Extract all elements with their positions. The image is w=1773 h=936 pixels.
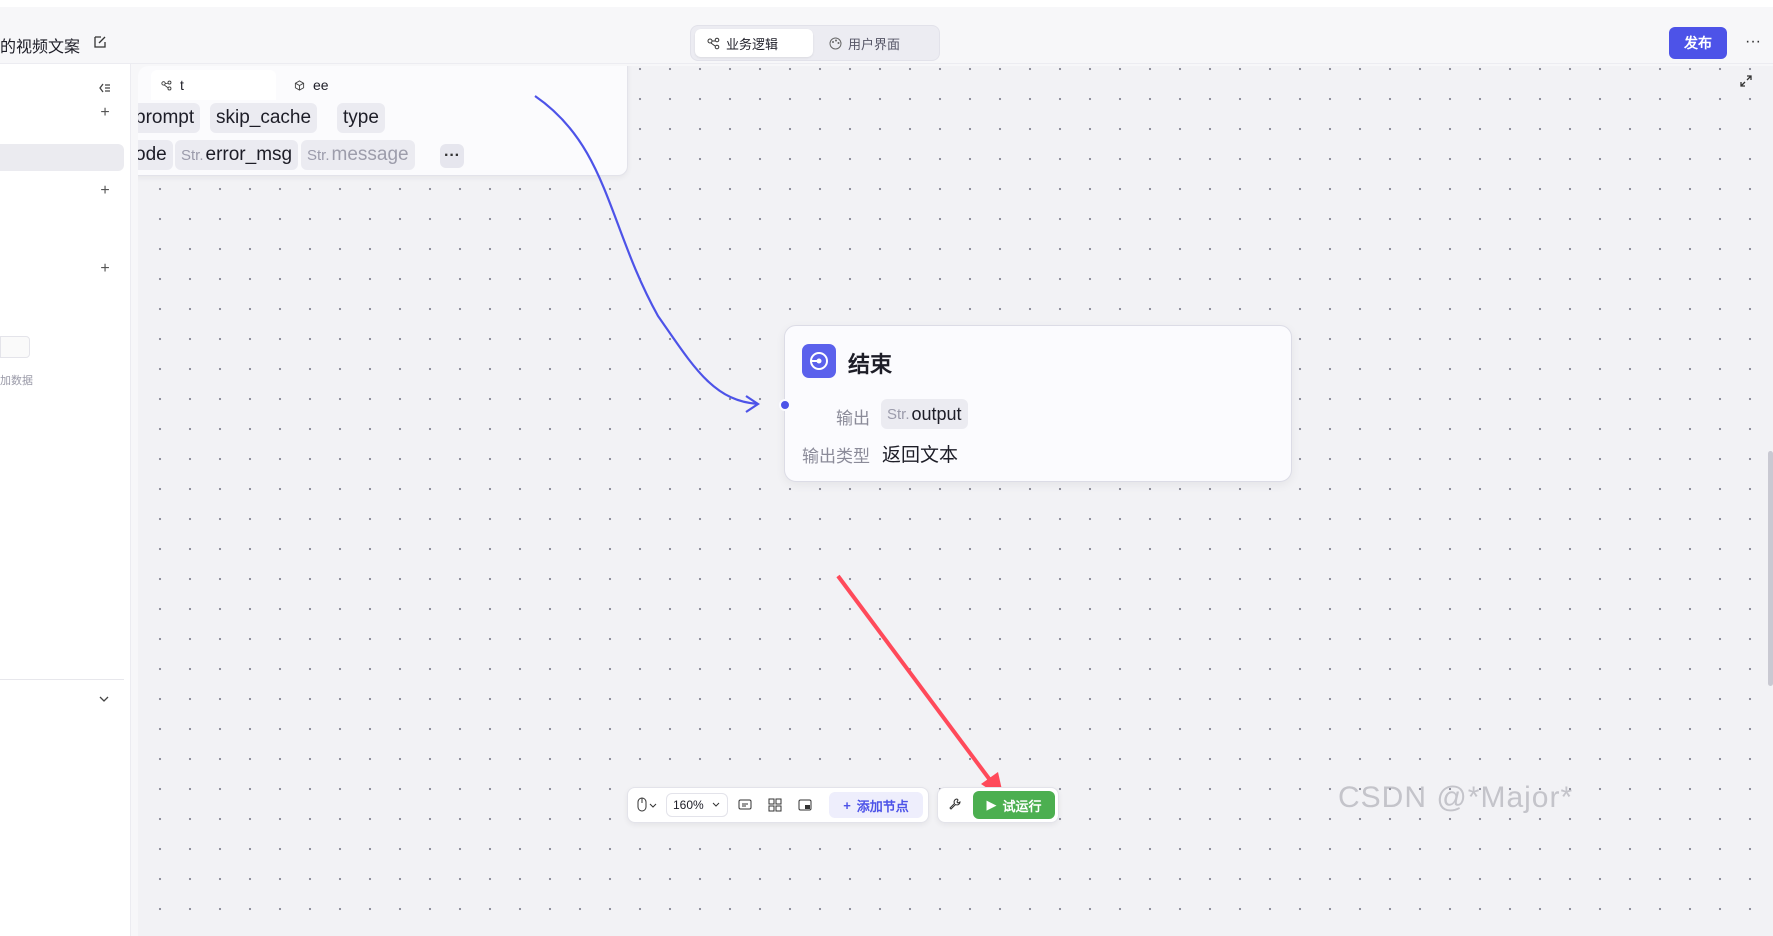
collapse-sidebar-icon[interactable] (96, 80, 112, 96)
auto-layout-icon[interactable] (767, 797, 783, 813)
zoom-select[interactable]: 160% (666, 793, 728, 817)
empty-data-text: 加数据 (0, 375, 33, 387)
top-bar: 的视频文案 业务逻辑 用户界面 发布 ··· (0, 0, 1773, 64)
sidebar: + + + 加数据 (0, 64, 131, 936)
add-icon[interactable]: + (98, 261, 112, 277)
app-title: 的视频文案 (0, 39, 81, 56)
palette-icon (829, 37, 842, 50)
wrench-icon[interactable] (948, 797, 964, 813)
mode-switch: 业务逻辑 用户界面 (690, 25, 940, 61)
plus-icon: + (843, 797, 851, 813)
add-icon[interactable]: + (98, 105, 112, 121)
tab-user-interface[interactable]: 用户界面 (817, 29, 935, 57)
workflow-icon (707, 37, 720, 50)
sidebar-selected-item[interactable] (0, 144, 124, 171)
edit-icon[interactable] (93, 35, 107, 49)
watermark: CSDN @*Major* (1338, 781, 1574, 814)
empty-data-illustration (0, 336, 30, 358)
play-icon: ▶ (986, 797, 997, 812)
chevron-down-icon[interactable] (97, 692, 111, 706)
publish-button[interactable]: 发布 (1669, 27, 1727, 59)
canvas-toolbar: 160% + 添加节点 (627, 787, 929, 823)
tab-business-logic-label: 业务逻辑 (726, 36, 779, 52)
zoom-value: 160% (673, 798, 704, 812)
minimap-icon[interactable] (797, 797, 813, 813)
vertical-scrollbar[interactable] (1768, 451, 1773, 686)
tab-user-interface-label: 用户界面 (848, 36, 901, 52)
divider (0, 679, 124, 680)
run-toolbar: ▶ 试运行 (937, 787, 1059, 823)
tab-business-logic[interactable]: 业务逻辑 (695, 29, 813, 57)
add-icon[interactable]: + (98, 183, 112, 199)
mouse-mode-icon[interactable] (636, 797, 657, 813)
test-run-button[interactable]: ▶ 试运行 (973, 791, 1055, 819)
workflow-canvas[interactable]: prompt skip_cache type ode Str. error_msg… (138, 66, 1773, 936)
add-node-button[interactable]: + 添加节点 (829, 792, 923, 818)
comment-icon[interactable] (737, 797, 753, 813)
more-icon[interactable]: ··· (1740, 29, 1766, 55)
chevron-down-icon (712, 802, 720, 807)
add-node-label: 添加节点 (856, 798, 909, 814)
test-run-label: 试运行 (1002, 798, 1042, 814)
